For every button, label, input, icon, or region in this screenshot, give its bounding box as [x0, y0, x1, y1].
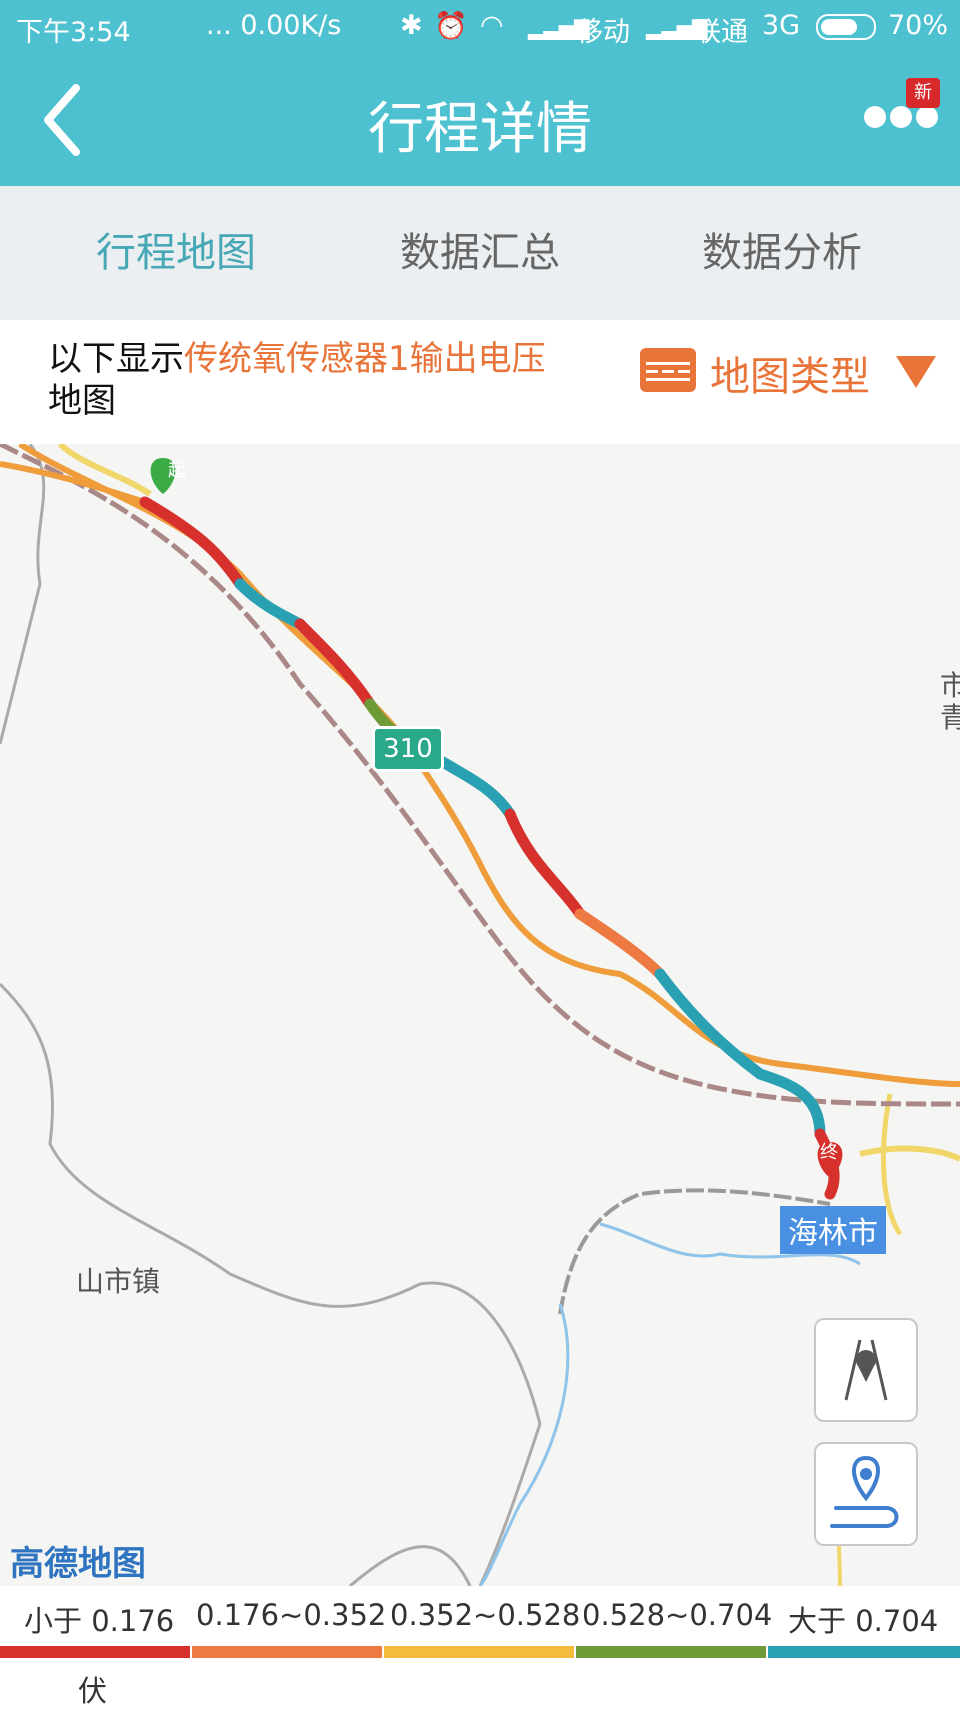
more-icon-dot — [890, 106, 912, 128]
status-carrier2: 联通 — [694, 17, 748, 48]
new-badge: 新 — [906, 78, 940, 108]
info-prefix: 以下显示 — [48, 339, 184, 379]
battery-icon — [816, 14, 876, 40]
legend-label: 0.352~0.528 — [390, 1598, 581, 1632]
tab-trip-map[interactable]: 行程地图 — [16, 186, 336, 320]
status-bar: 下午3:54 ... 0.00K/s ✱ ⏰ ◠ ▂▃▅▇ 移动 ▂▃▅▇ 联通… — [0, 0, 960, 54]
map-road — [0, 444, 46, 745]
map-type-icon — [640, 348, 696, 392]
legend-unit: 伏 — [78, 1674, 108, 1708]
app-bar: 行程详情 — [0, 54, 960, 186]
map-railway — [0, 444, 960, 1107]
road-sign: 310 — [372, 726, 444, 772]
legend-label: 小于 0.176 — [24, 1604, 175, 1638]
info-text: 以下显示传统氧传感器1输出电压地图 — [48, 338, 608, 422]
track-playback-button[interactable] — [814, 1442, 918, 1546]
legend-bar — [384, 1646, 574, 1658]
legend-label: 0.528~0.704 — [582, 1598, 773, 1632]
map-road — [0, 982, 542, 1425]
map-river — [478, 1303, 570, 1586]
edge-label-bottom: 青 — [940, 701, 960, 734]
info-bar: 以下显示传统氧传感器1输出电压地图 地图类型 — [0, 320, 960, 444]
sensor-name: 传统氧传感器1输出电压 — [184, 339, 546, 379]
tab-data-summary[interactable]: 数据汇总 — [320, 186, 640, 320]
map-type-label: 地图类型 — [710, 354, 870, 400]
map-logo: 高德地图 — [10, 1544, 146, 1584]
alarm-icon: ⏰ — [434, 11, 468, 42]
more-icon — [864, 106, 886, 128]
town-label: 山市镇 — [76, 1265, 161, 1298]
status-battery: 70% — [888, 10, 949, 41]
bluetooth-icon: ✱ — [400, 10, 423, 41]
legend-bar — [576, 1646, 766, 1658]
map-road — [478, 1423, 542, 1586]
page-title: 行程详情 — [368, 97, 592, 162]
status-carrier1: 移动 — [576, 17, 630, 48]
triangle-down-icon — [896, 356, 936, 388]
location-pin-icon — [830, 1455, 899, 1528]
tab-bar: 行程地图 数据汇总 数据分析 — [0, 186, 960, 320]
status-time: 下午3:54 — [16, 17, 131, 48]
status-network-speed: ... 0.00K/s — [206, 10, 342, 41]
legend-label: 0.176~0.352 — [196, 1598, 387, 1632]
road-view-button[interactable] — [814, 1318, 918, 1422]
legend: 小于 0.176 0.176~0.352 0.352~0.528 0.528~0… — [0, 1586, 960, 1708]
map-view[interactable]: 起 终 310 海林市 山市镇 市 青 高德地图 — [0, 444, 960, 1586]
tab-data-analysis[interactable]: 数据分析 — [622, 186, 942, 320]
map-highway — [18, 444, 960, 1087]
info-suffix: 地图 — [48, 381, 116, 421]
start-marker-label: 起 — [168, 460, 186, 481]
legend-bar — [0, 1646, 190, 1658]
map-road — [859, 1145, 960, 1162]
road-icon — [844, 1339, 888, 1401]
map-road — [349, 1545, 472, 1586]
end-marker-label: 终 — [820, 1142, 838, 1163]
wifi-icon: ◠ — [480, 10, 504, 41]
legend-bar — [192, 1646, 382, 1658]
city-label: 海林市 — [780, 1206, 886, 1254]
more-icon-dot — [916, 106, 938, 128]
legend-label: 大于 0.704 — [788, 1604, 939, 1638]
legend-bar — [768, 1646, 960, 1658]
trip-route — [139, 496, 840, 1200]
status-network-type: 3G — [762, 10, 801, 41]
